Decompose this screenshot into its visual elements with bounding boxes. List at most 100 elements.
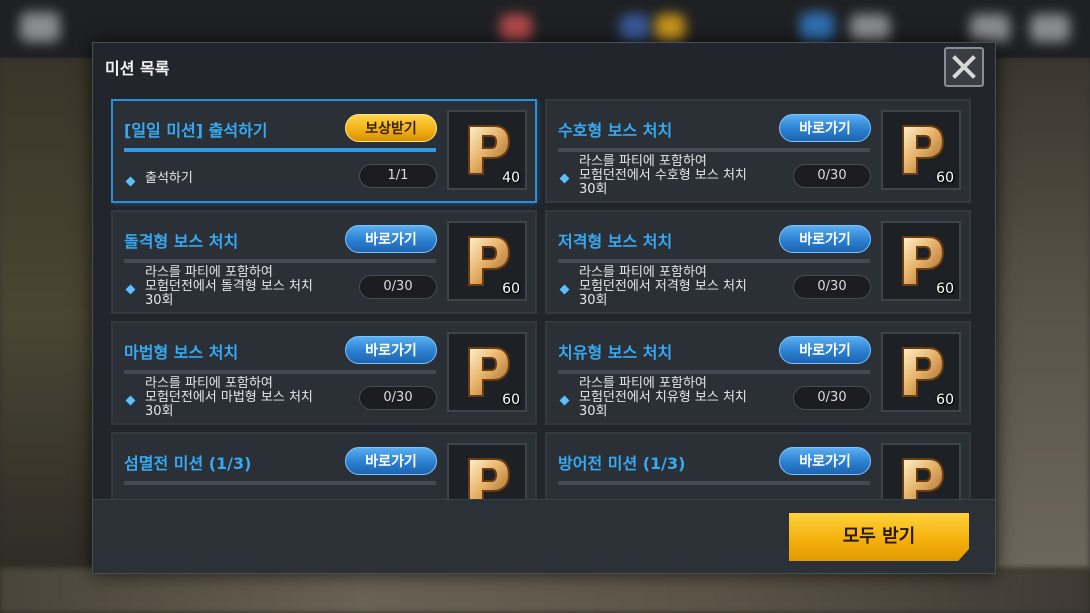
mission-progress-bar [124,370,436,374]
reward-item-box[interactable] [447,443,527,499]
mission-card[interactable]: 방어전 미션 (1/3) 바로가기 [545,432,971,499]
mission-description-line: 30회 [579,404,608,419]
mission-description: 출석하기 [145,172,355,186]
mission-description: 라스를 파티에 포함하여 모험던전에서 치유형 보스 처치 30회 [579,377,789,419]
mission-progress-bar [558,370,870,374]
reward-item-box[interactable]: 40 [447,110,527,190]
background-left [0,60,95,570]
mission-title: 저격형 보스 처치 [558,232,673,251]
mission-description-line: 라스를 파티에 포함하여 [579,154,707,169]
mission-progress-count: 0/30 [359,386,437,410]
close-icon [952,55,976,79]
diamond-bullet-icon [125,284,136,295]
mission-progress-fill [124,148,436,152]
background-blob [850,14,890,42]
reward-quantity: 40 [502,170,520,186]
mission-title: 수호형 보스 처치 [558,121,673,140]
modal-title: 미션 목록 [105,59,170,78]
background-bottom [0,568,1090,613]
go-to-button[interactable]: 바로가기 [345,225,437,253]
reward-quantity: 60 [502,392,520,408]
go-to-button[interactable]: 바로가기 [779,225,871,253]
diamond-bullet-icon [559,395,570,406]
mission-description-line: 30회 [579,293,608,308]
mission-card[interactable]: 수호형 보스 처치 바로가기라스를 파티에 포함하여 모험던전에서 수호형 보스 처… [545,99,971,203]
mission-progress-bar [558,481,870,485]
mission-description: 라스를 파티에 포함하여 모험던전에서 마법형 보스 처치 30회 [145,377,355,419]
mission-description-line: 모험던전에서 돌격형 보스 처치 [145,279,313,294]
mission-description-line: 라스를 파티에 포함하여 [579,376,707,391]
reward-item-box[interactable]: 60 [881,332,961,412]
background-blob [655,14,685,42]
mission-title: 섬멸전 미션 (1/3) [124,454,252,473]
reward-item-box[interactable]: 60 [881,110,961,190]
mission-title: 치유형 보스 처치 [558,343,673,362]
mission-title: [일일 미션] 출석하기 [124,121,268,140]
claim-all-button[interactable]: 모두 받기 [789,513,969,561]
mission-title: 방어전 미션 (1/3) [558,454,686,473]
mission-card[interactable]: 섬멸전 미션 (1/3) 바로가기 [111,432,537,499]
mission-progress-count: 0/30 [793,275,871,299]
reward-item-box[interactable] [881,443,961,499]
mission-progress-count: 1/1 [359,164,437,188]
go-to-button[interactable]: 바로가기 [345,336,437,364]
reward-quantity: 60 [936,392,954,408]
mission-progress-bar [558,148,870,152]
close-button[interactable] [944,47,984,87]
diamond-bullet-icon [559,284,570,295]
mission-description-line: 30회 [145,293,174,308]
mission-card[interactable]: [일일 미션] 출석하기 보상받기출석하기 1/1 40 [111,99,537,203]
mission-description-line: 라스를 파티에 포함하여 [579,265,707,280]
mission-description-line: 라스를 파티에 포함하여 [145,376,273,391]
background-blob [500,14,532,42]
mission-progress-count: 0/30 [793,386,871,410]
background-blob [620,14,650,42]
background-blob [20,12,60,42]
background-blob [970,14,1010,42]
go-to-button[interactable]: 바로가기 [345,447,437,475]
reward-item-box[interactable]: 60 [881,221,961,301]
reward-quantity: 60 [502,281,520,297]
modal-header: 미션 목록 [93,43,995,91]
reward-item-box[interactable]: 60 [447,221,527,301]
mission-description-line: 출석하기 [145,171,193,186]
diamond-bullet-icon [125,176,136,187]
mission-description-line: 라스를 파티에 포함하여 [145,265,273,280]
mission-description: 라스를 파티에 포함하여 모험던전에서 저격형 보스 처치 30회 [579,266,789,308]
mission-progress-count: 0/30 [793,164,871,188]
mission-card[interactable]: 마법형 보스 처치 바로가기라스를 파티에 포함하여 모험던전에서 마법형 보스 처… [111,321,537,425]
mission-description-line: 모험던전에서 마법형 보스 처치 [145,390,313,405]
p-point-icon [468,458,511,499]
mission-card[interactable]: 저격형 보스 처치 바로가기라스를 파티에 포함하여 모험던전에서 저격형 보스 처… [545,210,971,314]
mission-description: 라스를 파티에 포함하여 모험던전에서 수호형 보스 처치 30회 [579,155,789,197]
mission-list[interactable]: [일일 미션] 출석하기 보상받기 출석하기 1/1 40 수호형 보스 처치 바로가기 라… [111,99,977,499]
background-blob [1030,14,1070,42]
mission-description-line: 30회 [579,182,608,197]
reward-quantity: 60 [936,281,954,297]
mission-progress-bar [124,481,436,485]
mission-description-line: 30회 [145,404,174,419]
reward-item-box[interactable]: 60 [447,332,527,412]
p-point-icon [902,458,945,499]
mission-progress-bar [558,259,870,263]
diamond-bullet-icon [559,173,570,184]
go-to-button[interactable]: 바로가기 [779,447,871,475]
mission-progress-count: 0/30 [359,275,437,299]
mission-progress-bar [124,148,436,152]
mission-description-line: 모험던전에서 저격형 보스 처치 [579,279,747,294]
mission-title: 마법형 보스 처치 [124,343,239,362]
mission-card[interactable]: 치유형 보스 처치 바로가기라스를 파티에 포함하여 모험던전에서 치유형 보스 처… [545,321,971,425]
mission-title: 돌격형 보스 처치 [124,232,239,251]
go-to-button[interactable]: 바로가기 [779,336,871,364]
go-to-button[interactable]: 바로가기 [779,114,871,142]
modal-footer: 모두 받기 [93,499,995,573]
mission-progress-bar [124,259,436,263]
claim-reward-button[interactable]: 보상받기 [345,114,437,142]
mission-description: 라스를 파티에 포함하여 모험던전에서 돌격형 보스 처치 30회 [145,266,355,308]
mission-card[interactable]: 돌격형 보스 처치 바로가기라스를 파티에 포함하여 모험던전에서 돌격형 보스 처… [111,210,537,314]
background-blob [800,12,834,42]
reward-quantity: 60 [936,170,954,186]
mission-description-line: 모험던전에서 수호형 보스 처치 [579,168,747,183]
mission-description-line: 모험던전에서 치유형 보스 처치 [579,390,747,405]
mission-list-modal: 미션 목록 [일일 미션] 출석하기 보상받기출석하기 1/1 40 수호형 보스 처… [92,42,996,574]
